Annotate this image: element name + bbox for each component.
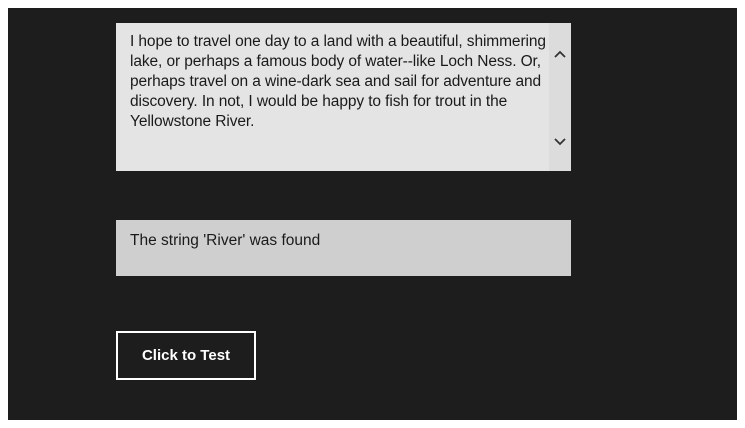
scroll-down-button[interactable] (549, 132, 571, 152)
source-text[interactable]: I hope to travel one day to a land with … (130, 32, 550, 132)
app-surface: I hope to travel one day to a land with … (8, 8, 737, 420)
scroll-up-button[interactable] (549, 44, 571, 64)
result-text: The string 'River' was found (130, 232, 321, 249)
result-box: The string 'River' was found (116, 220, 571, 276)
chevron-up-icon (554, 50, 566, 58)
text-area-scrollbar[interactable] (549, 23, 571, 171)
click-to-test-button[interactable]: Click to Test (116, 331, 256, 380)
source-text-area[interactable]: I hope to travel one day to a land with … (116, 23, 571, 171)
chevron-down-icon (554, 138, 566, 146)
